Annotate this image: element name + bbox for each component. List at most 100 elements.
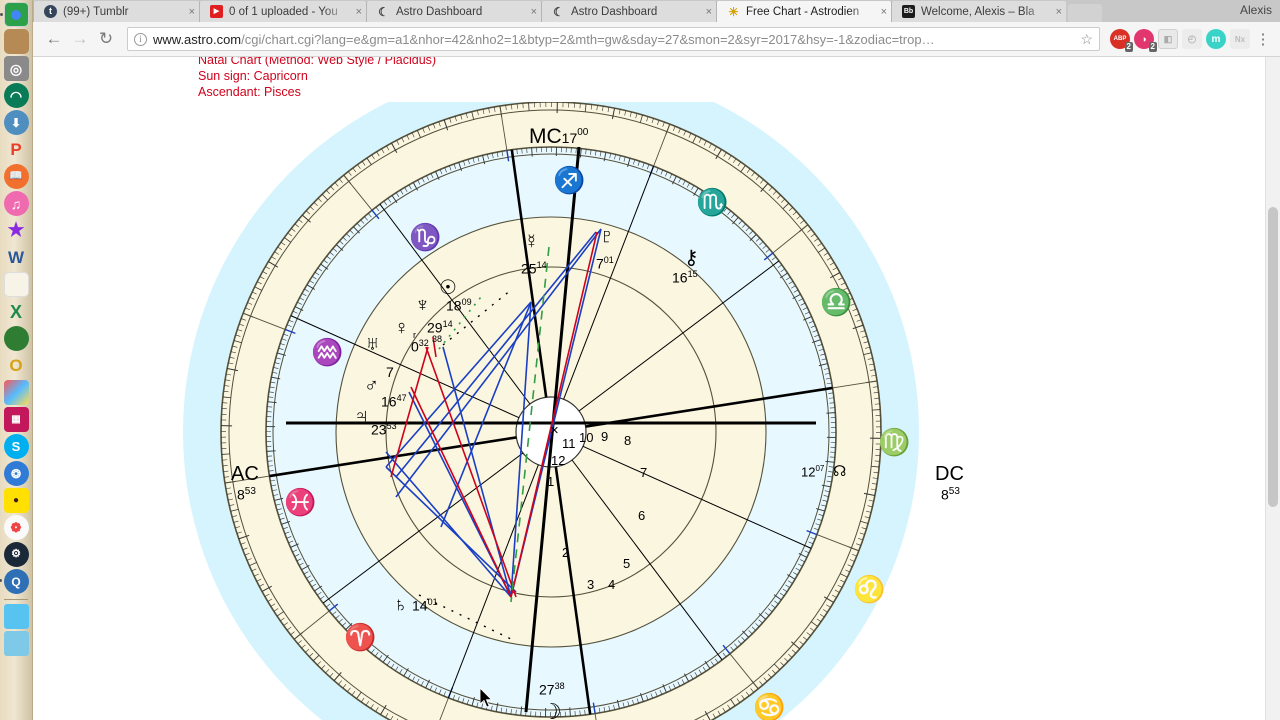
browser-tab-youtube[interactable]: ▶ 0 of 1 uploaded - You × (199, 1, 366, 22)
chart-heading-line-3: Ascendant: Pisces (198, 85, 301, 99)
zodiac-sign-virgo: ♍ (878, 427, 911, 457)
dock-item-books[interactable] (3, 29, 29, 54)
moon-icon: ☾ (378, 4, 389, 19)
dock-item-imovie[interactable]: ★ (4, 218, 29, 243)
lunar-node-degree: 12 (801, 464, 816, 480)
zodiac-sign-aries: ♈ (344, 622, 377, 652)
dock-item-trash[interactable] (3, 631, 29, 656)
dock-item-photoshop[interactable]: P (4, 137, 29, 162)
house-number-3: 3 (587, 577, 595, 592)
planet-mars-degree: 16 (381, 393, 397, 410)
dc-text: DC (935, 463, 964, 485)
back-button[interactable]: ← (41, 26, 67, 52)
dock-item-notes[interactable] (3, 272, 29, 297)
planet-pluto-glyph: ♇ (599, 225, 615, 248)
browser-tab-free-chart-astrodienst[interactable]: ☀ Free Chart - Astrodien × (716, 1, 891, 22)
dock-item-photos[interactable]: ❁ (3, 515, 29, 540)
lunar-node-position: 1207 (801, 464, 824, 479)
tumblr-icon: t (44, 5, 57, 18)
planet-moon-position: 2738 (539, 681, 565, 698)
browser-tab-tumblr[interactable]: t (99+) Tumblr × (33, 1, 199, 22)
planet-jupiter-minute: 53 (386, 421, 397, 431)
planet-mars-glyph: ♂ (364, 375, 379, 397)
timer-extension-icon[interactable]: ◴ (1182, 29, 1202, 49)
evernote-extension-icon[interactable]: ◧ (1158, 29, 1178, 49)
sun-icon: ☀ (728, 4, 739, 19)
planet-moon-degree: 27 (539, 681, 555, 698)
extension-badge: 2 (1124, 42, 1133, 52)
tab-close-icon[interactable]: × (356, 6, 362, 18)
browser-tab-blackboard[interactable]: Bb Welcome, Alexis – Bla × (891, 1, 1066, 22)
dock-item-itunes[interactable]: ♫ (3, 191, 29, 216)
planet-saturn-degree: 14 (412, 597, 428, 614)
mouse-cursor (479, 686, 494, 713)
dock-item-final-cut-pro[interactable] (3, 380, 29, 405)
dock-item-ibooks[interactable]: 📖 (3, 164, 29, 189)
ghostery-extension-icon[interactable]: ◑ 2 (1134, 29, 1157, 52)
tab-close-icon[interactable]: × (531, 6, 537, 18)
tab-close-icon[interactable]: × (881, 6, 887, 18)
chart-center-marker: × (550, 422, 559, 439)
house-number-8: 8 (624, 433, 632, 448)
dock-item-opera[interactable]: O (4, 353, 29, 378)
dock-item-skype[interactable]: S (3, 434, 29, 459)
nx-extension-icon[interactable]: Nx (1230, 29, 1250, 49)
scrollbar-thumb[interactable] (1268, 207, 1278, 507)
dock-item-documents-folder[interactable] (3, 604, 29, 629)
dock-item-excel[interactable]: X (4, 299, 29, 324)
planet-sun-degree: 18 (446, 297, 462, 314)
tab-close-icon[interactable]: × (189, 6, 195, 18)
dock-item-timemachine[interactable]: ◠ (3, 83, 29, 108)
extension-badge: 2 (1148, 42, 1157, 52)
address-bar[interactable]: i www.astro.com /cgi/chart.cgi?lang=e&gm… (127, 27, 1100, 51)
ac-text: AC (231, 463, 259, 485)
mega-extension-icon[interactable]: m (1206, 29, 1226, 49)
chart-heading: Natal Chart (Method: Web Style / Placidu… (198, 57, 436, 100)
dock-item-qr-app[interactable]: ▦ (3, 407, 29, 432)
forward-button[interactable]: → (67, 26, 93, 52)
tab-close-icon[interactable]: × (706, 6, 712, 18)
reload-button[interactable]: ↻ (93, 26, 119, 52)
page-scrollbar[interactable] (1265, 57, 1280, 720)
chrome-menu-icon[interactable]: ⋮ (1254, 30, 1272, 48)
browser-tab-astro-dashboard-2[interactable]: ☾ Astro Dashboard × (541, 1, 716, 22)
planet-uranus-position: 7 (386, 364, 394, 380)
planet-neptune-glyph: ♆ (415, 294, 430, 316)
planet-uranus-degree: 7 (386, 364, 394, 380)
tab-title: Astro Dashboard (571, 5, 658, 18)
profile-name-label[interactable]: Alexis (1240, 3, 1272, 17)
macos-dock[interactable]: ◎ ◠ ⬇ P 📖 ♫ ★ W X O ▦ S ❂ ● ❁ ⚙ Q (0, 0, 33, 720)
chart-heading-line-1: Natal Chart (Method: Web Style / Placidu… (198, 57, 437, 67)
dock-item-kakaotalk[interactable]: ● (3, 488, 29, 513)
house-number-9: 9 (601, 429, 609, 444)
dock-item-app-store[interactable]: ◎ (3, 56, 29, 81)
planet-venus-position: 032 (411, 338, 429, 355)
bookmark-star-icon[interactable]: ☆ (1074, 31, 1093, 48)
ac-minute: 53 (244, 486, 256, 497)
house-number-11: 11 (562, 436, 576, 451)
dock-item-finder-search[interactable]: Q (0, 569, 29, 594)
planet-mars-minute: 47 (396, 393, 407, 403)
planet-sun-minute: 09 (461, 297, 472, 307)
dock-item-world-clock[interactable] (3, 326, 29, 351)
dock-item-steam[interactable]: ⚙ (3, 542, 29, 567)
dock-item-chrome[interactable] (0, 2, 29, 27)
new-tab-button[interactable] (1068, 4, 1102, 22)
lunar-node-glyph: ☊ (833, 463, 847, 480)
browser-tab-astro-dashboard-1[interactable]: ☾ Astro Dashboard × (366, 1, 541, 22)
planet-mercury-position: 2514 (521, 260, 547, 277)
dock-item-word[interactable]: W (4, 245, 29, 270)
page-info-icon[interactable]: i (134, 32, 147, 46)
moon-icon: ☾ (553, 4, 564, 19)
zodiac-sign-leo: ♌ (853, 574, 886, 604)
planet-pluto-position: 701 (596, 255, 614, 272)
dock-item-downloader[interactable]: ⬇ (3, 110, 29, 135)
planet-chiron-minute: 15 (687, 269, 698, 279)
mc-minute: 00 (577, 127, 589, 138)
url-path: /cgi/chart.cgi?lang=e&gm=a1&nhor=42&nho2… (241, 31, 935, 47)
chrome-window: t (99+) Tumblr × ▶ 0 of 1 uploaded - You… (33, 0, 1280, 720)
dock-item-safari[interactable]: ❂ (3, 461, 29, 486)
planet-chiron-position: 1615 (672, 269, 698, 286)
adblock-extension-icon[interactable]: ABP 2 (1110, 29, 1133, 52)
tab-close-icon[interactable]: × (1056, 6, 1062, 18)
